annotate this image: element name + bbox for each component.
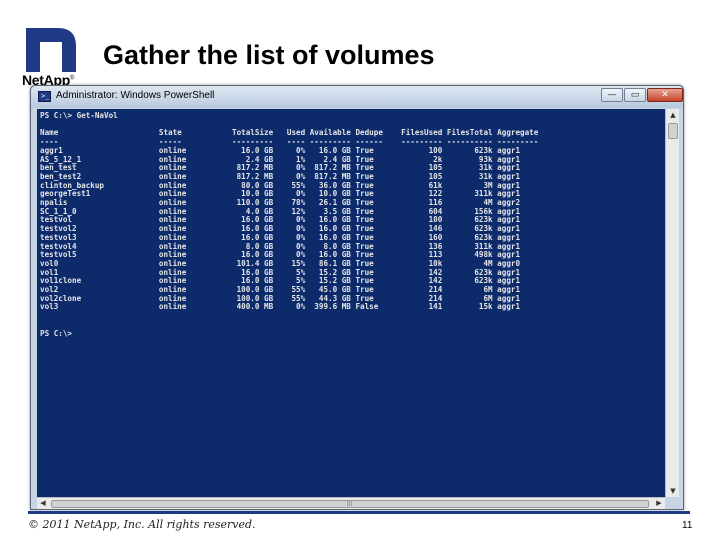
scroll-up-arrow-icon[interactable]: ▲ — [667, 109, 679, 121]
scroll-grip-icon: ||| — [347, 501, 353, 507]
netapp-logo: NetApp® — [22, 28, 82, 90]
console-output[interactable]: PS C:\> Get-NaVol Name State TotalSize U… — [37, 109, 665, 497]
minimize-button[interactable]: — — [601, 88, 623, 102]
copyright-notice: © 2011 NetApp, Inc. All rights reserved. — [28, 518, 256, 531]
scroll-right-arrow-icon[interactable]: ▶ — [653, 498, 665, 509]
window-title: Administrator: Windows PowerShell — [56, 90, 215, 101]
window-titlebar[interactable]: >_ Administrator: Windows PowerShell — ▭… — [31, 86, 683, 108]
powershell-icon: >_ — [38, 91, 51, 102]
slide-title: Gather the list of volumes — [103, 40, 435, 70]
footer-divider — [28, 511, 690, 514]
console-text: PS C:\> Get-NaVol Name State TotalSize U… — [40, 111, 539, 338]
horizontal-scrollbar[interactable]: ◀ ||| ▶ — [37, 497, 665, 509]
scroll-left-arrow-icon[interactable]: ◀ — [37, 498, 49, 509]
maximize-button[interactable]: ▭ — [624, 88, 646, 102]
vertical-scroll-thumb[interactable] — [668, 123, 678, 139]
page-number: 11 — [682, 520, 693, 531]
netapp-logo-mark — [26, 28, 76, 72]
close-button[interactable]: ✕ — [647, 88, 683, 102]
powershell-window[interactable]: >_ Administrator: Windows PowerShell — ▭… — [30, 85, 684, 510]
scroll-down-arrow-icon[interactable]: ▼ — [667, 485, 679, 497]
horizontal-scroll-thumb[interactable]: ||| — [51, 500, 649, 508]
vertical-scrollbar[interactable]: ▲ ▼ — [665, 109, 679, 497]
